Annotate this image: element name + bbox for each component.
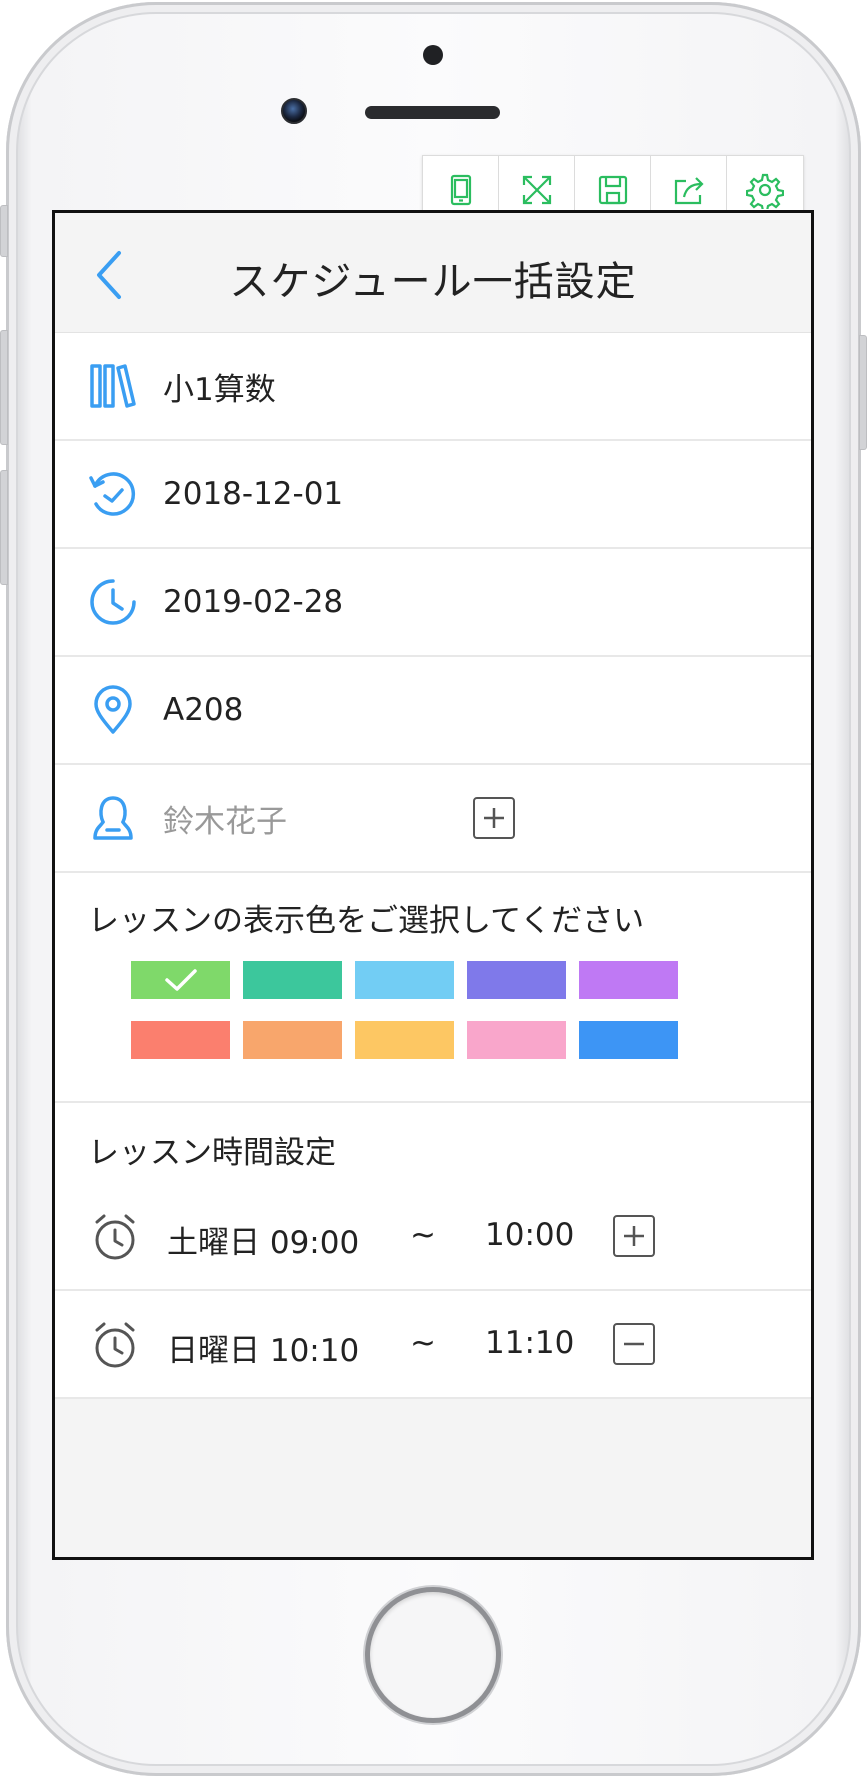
books-icon (85, 358, 141, 414)
color-swatch[interactable] (467, 961, 566, 999)
course-row[interactable]: 小1算数 (55, 333, 811, 441)
color-swatch[interactable] (579, 1021, 678, 1059)
clock-end-icon (85, 574, 141, 630)
time-separator: ~ (410, 1217, 436, 1253)
color-swatch[interactable] (355, 1021, 454, 1059)
mute-switch (0, 205, 8, 257)
lesson-time-section: レッスン時間設定 土曜日 09:00 ~ 10:00 日曜日 10:10 ~ 1… (55, 1103, 811, 1399)
save-icon (598, 175, 627, 205)
proximity-sensor (423, 45, 443, 65)
room-value: A208 (163, 692, 244, 728)
lesson-end[interactable]: 10:00 (485, 1217, 574, 1253)
start-date-value: 2018-12-01 (163, 476, 344, 512)
room-row[interactable]: A208 (55, 657, 811, 765)
earpiece-speaker (365, 106, 500, 119)
lesson-time-title: レッスン時間設定 (88, 1135, 336, 1171)
front-camera (281, 98, 307, 124)
app-screen: スケジュール一括設定 小1算数 2018-12-01 2019-02-28 A2… (52, 210, 814, 1560)
teacher-value: 鈴木花子 (163, 803, 287, 840)
alarm-clock-icon (89, 1211, 141, 1263)
plus-box-icon (484, 808, 504, 828)
person-icon (85, 790, 141, 846)
alarm-clock-icon (89, 1319, 141, 1371)
remove-time-button[interactable] (613, 1323, 655, 1365)
course-value: 小1算数 (163, 371, 276, 408)
checkmark-icon (164, 969, 197, 991)
location-pin-icon (85, 682, 141, 738)
color-swatch[interactable] (243, 1021, 342, 1059)
color-picker-section: レッスンの表示色をご選択してください (55, 873, 811, 1103)
time-separator: ~ (410, 1325, 436, 1361)
power-button (859, 335, 867, 450)
color-swatch[interactable] (355, 961, 454, 999)
color-swatch[interactable] (243, 961, 342, 999)
lesson-end[interactable]: 11:10 (485, 1325, 574, 1361)
lesson-time-header: レッスン時間設定 (55, 1103, 811, 1183)
end-date-value: 2019-02-28 (163, 584, 344, 620)
page-title: スケジュール一括設定 (229, 259, 637, 305)
navigation-bar: スケジュール一括設定 (55, 213, 811, 333)
end-date-row[interactable]: 2019-02-28 (55, 549, 811, 657)
share-icon (674, 177, 704, 205)
teacher-row[interactable]: 鈴木花子 (55, 765, 811, 873)
color-swatch[interactable] (467, 1021, 566, 1059)
lesson-time-row[interactable]: 土曜日 09:00 ~ 10:00 (55, 1183, 811, 1291)
add-teacher-button[interactable] (473, 797, 515, 839)
color-swatch[interactable] (131, 961, 230, 999)
settings-gear-icon (746, 173, 784, 209)
clock-start-icon (85, 466, 141, 522)
color-section-title: レッスンの表示色をご選択してください (88, 903, 645, 939)
volume-up-button (0, 330, 8, 445)
home-button[interactable] (365, 1587, 501, 1723)
volume-down-button (0, 470, 8, 585)
lesson-time-row[interactable]: 日曜日 10:10 ~ 11:10 (55, 1291, 811, 1399)
plus-box-icon (624, 1226, 644, 1246)
color-swatch[interactable] (131, 1021, 230, 1059)
tablet-icon (450, 174, 471, 206)
minus-box-icon (624, 1342, 644, 1346)
fullscreen-icon (522, 175, 551, 205)
color-swatch[interactable] (579, 961, 678, 999)
add-time-button[interactable] (613, 1215, 655, 1257)
lesson-start[interactable]: 日曜日 10:10 (167, 1325, 359, 1370)
start-date-row[interactable]: 2018-12-01 (55, 441, 811, 549)
lesson-start[interactable]: 土曜日 09:00 (167, 1217, 359, 1262)
